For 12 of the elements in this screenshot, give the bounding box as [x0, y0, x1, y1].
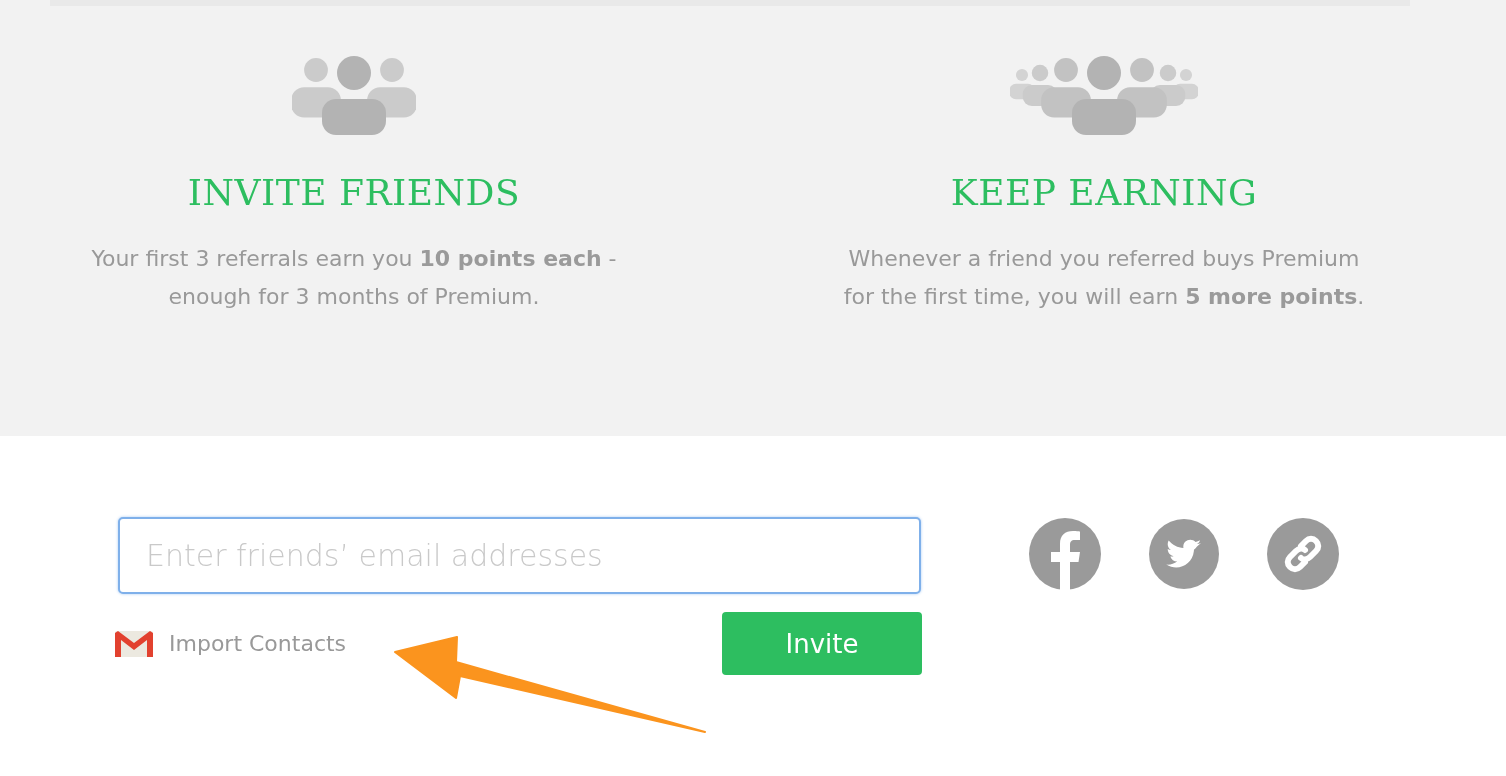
invite-button[interactable]: Invite [722, 612, 922, 675]
twitter-icon[interactable] [1149, 518, 1219, 589]
mail-icon [115, 630, 153, 657]
people-group-icon [292, 55, 416, 135]
feature-description: Your first 3 referrals earn you 10 points each - enough for 3 months of Premium. [90, 245, 618, 312]
people-crowd-icon [1010, 55, 1198, 135]
feature-title: KEEP EARNING [950, 171, 1258, 215]
link-icon[interactable] [1267, 517, 1339, 590]
facebook-icon[interactable] [1029, 517, 1101, 590]
import-contacts-link[interactable]: Import Contacts [115, 630, 347, 657]
feature-description: Whenever a friend you referred buys Premium for the first time, you will earn 5 more points. [842, 245, 1366, 312]
feature-title: INVITE FRIENDS [187, 171, 521, 215]
